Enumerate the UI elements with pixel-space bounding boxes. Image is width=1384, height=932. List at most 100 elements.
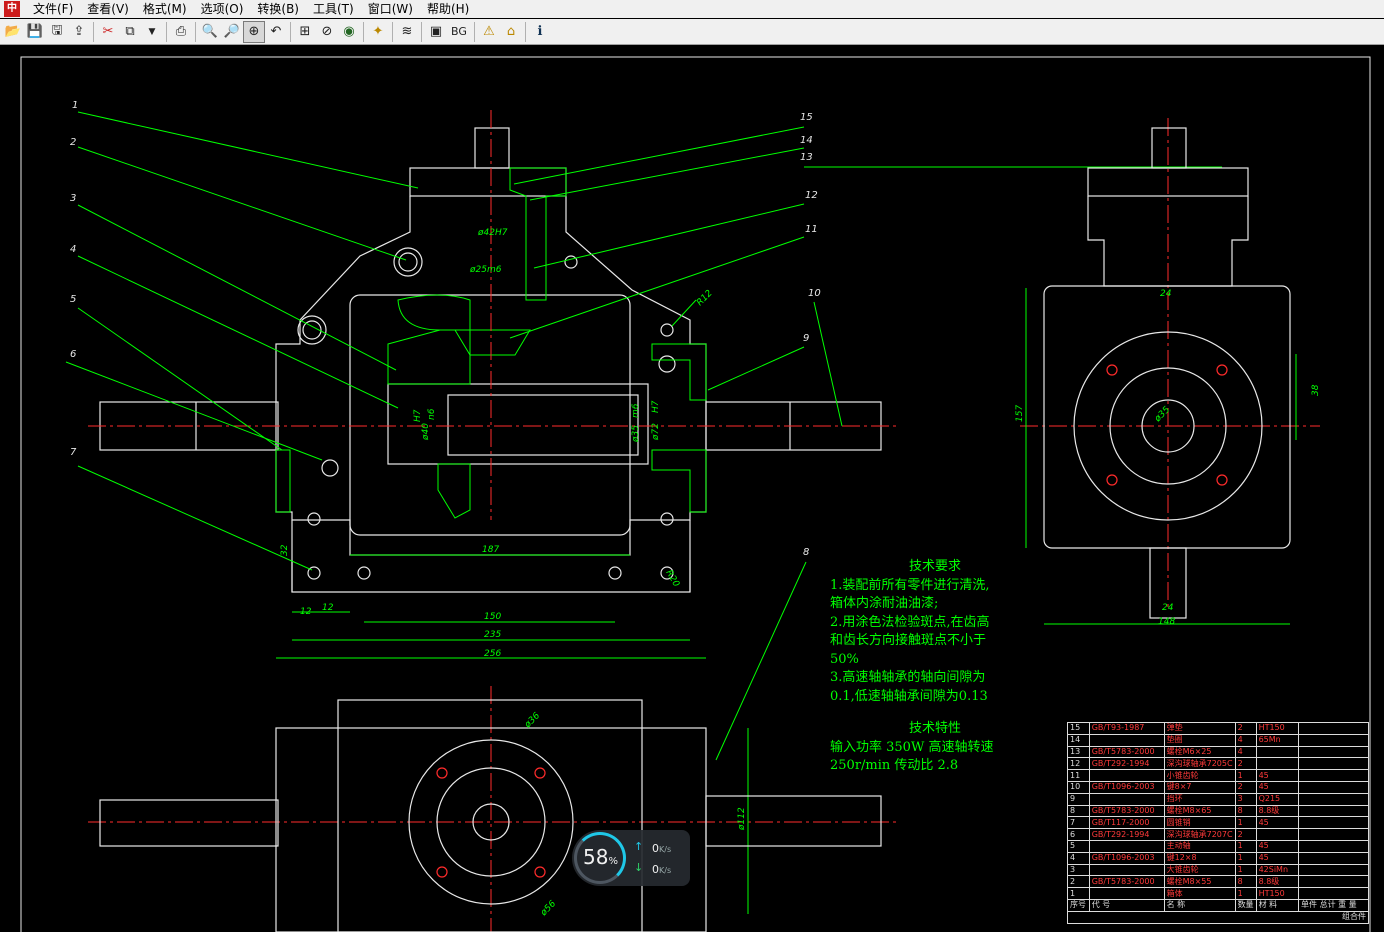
menu-convert[interactable]: 转换(B) — [250, 0, 306, 18]
table-cell: 8 — [1234, 804, 1257, 818]
dropdown-icon[interactable]: ▼ — [141, 21, 163, 43]
svg-text:32: 32 — [280, 544, 290, 556]
layers-icon[interactable]: ≋ — [396, 21, 418, 43]
zoom-all-icon[interactable]: ⊞ — [294, 21, 316, 43]
about-icon[interactable]: ℹ — [529, 21, 551, 43]
table-cell: 45 — [1255, 780, 1300, 794]
table-cell: 挡环 — [1163, 792, 1236, 806]
table-cell — [1088, 887, 1165, 900]
table-cell: 65Mn — [1255, 733, 1300, 747]
print-icon[interactable]: ⎙ — [170, 21, 192, 43]
parts-list-table: 15 GB/T93-1987 弹垫 2 HT150 14 垫圈 4 65Mn 13 GB/T5783… — [1067, 722, 1369, 924]
table-cell — [1298, 804, 1369, 818]
table-cell: 10 — [1067, 780, 1090, 794]
table-cell: 2 — [1234, 757, 1257, 771]
table-cell: 螺栓M6×25 — [1163, 745, 1236, 759]
export-icon[interactable]: ⇪ — [68, 21, 90, 43]
zoom-out-icon[interactable]: 🔍 — [199, 21, 221, 43]
background-icon[interactable]: ▣ — [425, 21, 447, 43]
table-header-cell: 单件 总计 重 量 — [1298, 898, 1369, 912]
table-cell: 螺栓M8×65 — [1163, 804, 1236, 818]
table-cell — [1088, 839, 1165, 853]
table-cell: GB/T1096-2003 — [1088, 851, 1165, 865]
table-cell: 2 — [1067, 875, 1090, 889]
table-cell — [1298, 757, 1369, 771]
svg-text:ø42H7: ø42H7 — [477, 228, 508, 238]
table-row: 10 GB/T1096-2003 键8×7 2 45 — [1067, 780, 1369, 794]
toolbar-separator — [474, 21, 475, 42]
table-cell — [1298, 839, 1369, 853]
table-cell: 大锥齿轮 — [1163, 863, 1236, 877]
menu-help[interactable]: 帮助(H) — [420, 0, 476, 18]
upload-speed: 0K/s — [652, 842, 672, 855]
table-cell: HT150 — [1255, 722, 1300, 735]
bg-toggle-button[interactable]: BG — [447, 21, 471, 43]
table-cell: 4 — [1067, 851, 1090, 865]
table-cell: 1 — [1234, 887, 1257, 900]
menu-window[interactable]: 窗口(W) — [361, 0, 420, 18]
drawing-canvas[interactable]: 1 2 3 4 5 6 7 8 9 10 11 12 13 14 15 ø42H… — [0, 46, 1384, 932]
table-cell: 垫圈 — [1163, 733, 1236, 747]
tech-spec-line: 输入功率 350W 高速轴转速 — [830, 739, 994, 755]
svg-text:187: 187 — [482, 545, 499, 555]
table-cell — [1088, 863, 1165, 877]
table-cell: 9 — [1067, 792, 1090, 806]
table-cell: 1 — [1234, 863, 1257, 877]
part-labels: 1 2 3 4 5 6 7 8 9 10 11 12 13 14 15 — [70, 100, 821, 558]
part-label: 11 — [805, 224, 818, 235]
table-cell: 8.8级 — [1255, 804, 1300, 818]
view-icon[interactable]: ◉ — [338, 21, 360, 43]
home-icon[interactable]: ⌂ — [500, 21, 522, 43]
menu-file[interactable]: 文件(F) — [26, 0, 80, 18]
table-cell — [1088, 769, 1165, 782]
table-cell: 12 — [1067, 757, 1090, 771]
svg-text:150: 150 — [484, 612, 501, 622]
toolbar-separator — [290, 21, 291, 42]
table-cell — [1298, 722, 1369, 735]
table-cell: 2 — [1234, 828, 1257, 841]
menu-view[interactable]: 查看(V) — [80, 0, 136, 18]
menu-tools[interactable]: 工具(T) — [306, 0, 361, 18]
open-icon[interactable]: 📂 — [2, 21, 24, 43]
menu-options[interactable]: 选项(O) — [194, 0, 251, 18]
tech-requirement-line: 和齿长方向接触斑点不小于 — [830, 633, 987, 648]
table-cell: GB/T93-1987 — [1088, 722, 1165, 735]
svg-text:ø40: ø40 — [421, 423, 431, 441]
table-row: 2 GB/T5783-2000 螺栓M8×55 8 8.8级 — [1067, 875, 1369, 889]
table-cell: 2 — [1234, 722, 1257, 735]
table-cell: 圆锥销 — [1163, 816, 1236, 830]
zoom-window-icon[interactable]: ⊕ — [243, 20, 265, 43]
save-icon[interactable]: 💾 — [24, 21, 46, 43]
measure-icon[interactable]: ⚠ — [478, 21, 500, 43]
cut-icon[interactable]: ✂ — [97, 21, 119, 43]
zoom-prev-icon[interactable]: ↶ — [265, 21, 287, 43]
pan-icon[interactable]: ✦ — [367, 21, 389, 43]
table-row: 12 GB/T292-1994 深沟球轴承7205C 2 — [1067, 757, 1369, 771]
cad-viewer-window: 中 文件(F) 查看(V) 格式(M) 选项(O) 转换(B) 工具(T) 窗口… — [0, 0, 1384, 932]
svg-text:24: 24 — [1160, 289, 1172, 299]
zoom-realtime-icon[interactable]: ⊘ — [316, 21, 338, 43]
table-cell — [1298, 816, 1369, 830]
menu-format[interactable]: 格式(M) — [136, 0, 194, 18]
save-as-icon[interactable]: 🖫 — [46, 21, 68, 43]
table-header-cell: 数量 — [1234, 898, 1257, 912]
table-cell: 45 — [1255, 816, 1300, 830]
table-cell — [1088, 792, 1165, 806]
part-label: 6 — [70, 349, 76, 360]
tech-requirement-line: 1.装配前所有零件进行清洗, — [830, 577, 990, 593]
svg-text:R12: R12 — [695, 288, 715, 308]
table-row: 7 GB/T117-2000 圆锥销 1 45 — [1067, 816, 1369, 830]
part-label: 14 — [800, 135, 813, 146]
table-cell: 深沟球轴承7207C — [1163, 828, 1236, 841]
table-cell: 5 — [1067, 839, 1090, 853]
technical-requirements: 技术要求 1.装配前所有零件进行清洗, 箱体内涂耐油油漆; 2.用涂色法检验斑点… — [830, 558, 1040, 776]
table-cell: HT150 — [1255, 887, 1300, 900]
app-logo-icon[interactable]: 中 — [4, 1, 20, 17]
copy-icon[interactable]: ⧉ — [119, 21, 141, 43]
download-speed: 0K/s — [652, 863, 672, 876]
table-cell — [1298, 851, 1369, 865]
zoom-in-icon[interactable]: 🔎 — [221, 21, 243, 43]
table-header-cell: 材 料 — [1255, 898, 1300, 912]
table-header-cell: 序号 — [1067, 898, 1090, 912]
network-speed-widget[interactable]: 58% ↑ 0K/s ↓ 0K/s — [572, 830, 690, 886]
